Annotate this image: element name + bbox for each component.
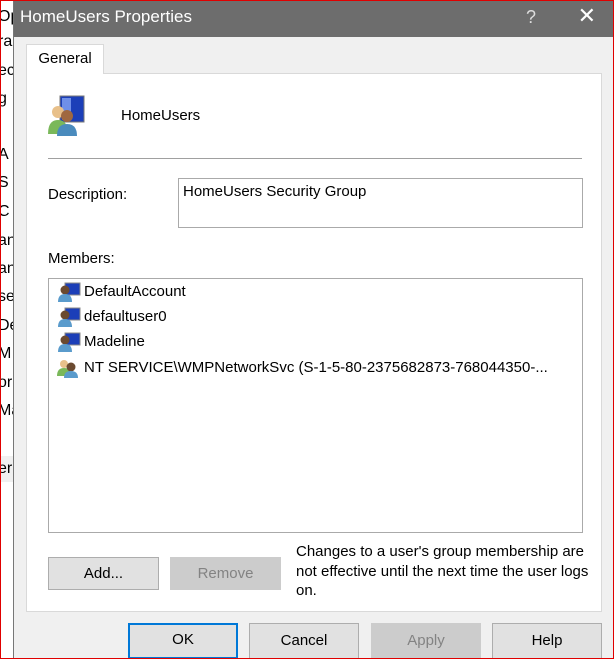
remove-button[interactable]: Remove [170, 557, 281, 590]
close-icon[interactable]: ✕ [578, 0, 596, 33]
dialog-title: HomeUsers Properties [20, 7, 192, 26]
list-item[interactable]: Madeline [57, 332, 145, 352]
apply-button[interactable]: Apply [371, 623, 481, 659]
group-icon [57, 360, 78, 378]
background-text-fragment: er [0, 460, 13, 477]
user-icon [58, 332, 81, 352]
list-item[interactable]: NT SERVICE\WMPNetworkSvc (S-1-5-80-23756… [57, 358, 548, 378]
description-field[interactable]: HomeUsers Security Group [178, 178, 583, 228]
background-text-fragment: Ma [0, 402, 13, 419]
membership-note: Changes to a user's group membership are… [296, 543, 589, 599]
properties-dialog: HomeUsers Properties ? ✕ General HomeUse… [13, 0, 614, 659]
group-icon [48, 95, 85, 136]
background-text-fragment: rap [0, 33, 13, 50]
title-bar: HomeUsers Properties ? ✕ [14, 0, 614, 37]
members-label: Members: [48, 250, 115, 267]
background-text-fragment: S [0, 174, 9, 191]
group-name: HomeUsers [121, 107, 201, 124]
members-list[interactable]: DefaultAccount defaultuser0 Madeline NT … [48, 278, 583, 533]
background-text-fragment: Op [0, 8, 13, 25]
list-item[interactable]: DefaultAccount [57, 282, 186, 302]
ok-button[interactable]: OK [128, 623, 238, 659]
separator [48, 158, 582, 159]
user-icon [58, 307, 81, 327]
background-text-fragment: g [0, 90, 7, 107]
help-icon[interactable]: ? [526, 0, 536, 34]
background-text-fragment: M [0, 345, 12, 362]
help-button[interactable]: Help [492, 623, 602, 659]
background-text-fragment: De [0, 317, 13, 334]
background-text-fragment: ec [0, 62, 13, 79]
background-text-fragment: se [0, 288, 13, 305]
background-window: Op rap ec g ASCan an se De Mor Ma er [0, 0, 13, 659]
description-label: Description: [48, 186, 128, 203]
user-icon [58, 282, 81, 302]
cancel-button[interactable]: Cancel [249, 623, 359, 659]
list-item[interactable]: defaultuser0 [57, 307, 167, 327]
tab-general[interactable]: General [26, 44, 104, 74]
background-text-fragment: an [0, 260, 13, 277]
background-text-fragment: A [0, 146, 9, 163]
background-text-fragment: an [0, 232, 13, 249]
background-text-fragment: C [0, 203, 10, 220]
add-button[interactable]: Add... [48, 557, 159, 590]
background-text-fragment: or [0, 374, 13, 391]
